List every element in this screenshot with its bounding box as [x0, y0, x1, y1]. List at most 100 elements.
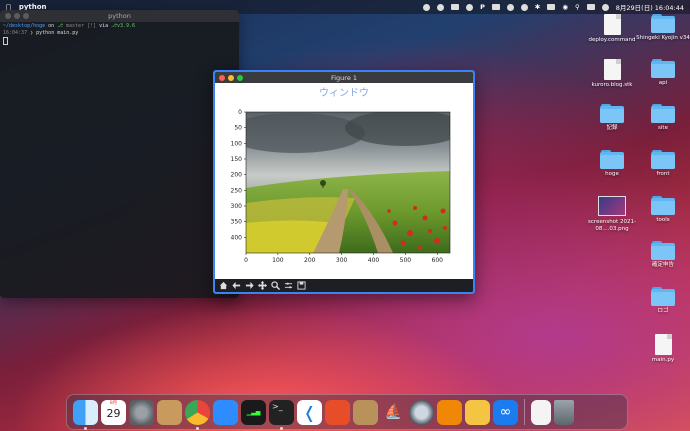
- matplotlib-toolbar: [215, 279, 473, 292]
- figure-window[interactable]: Figure 1 ウィンドウ 0 50 100 150 200 250 300 …: [213, 70, 475, 294]
- status-icon-2[interactable]: [437, 3, 445, 11]
- figure-titlebar[interactable]: Figure 1: [215, 72, 473, 83]
- prompt-arrow-icon: ❯: [30, 30, 34, 36]
- running-indicator: [196, 426, 199, 430]
- dock-separator: [524, 399, 525, 425]
- calendar-icon[interactable]: 8月 29: [101, 399, 126, 425]
- status-icon-1[interactable]: [423, 3, 431, 11]
- prompt-version: v3.9.6: [116, 23, 135, 29]
- x-tick-label: 200: [304, 257, 316, 264]
- status-icon-5[interactable]: [506, 3, 514, 11]
- dock: 8月 29 ▁▃▅ >_ ❬ ⛵ ∞: [66, 394, 628, 430]
- activity-monitor-icon[interactable]: ▁▃▅: [241, 399, 266, 425]
- system-preferences-icon[interactable]: [129, 399, 154, 425]
- infinity-icon[interactable]: ∞: [493, 399, 518, 425]
- folder-icon: [651, 59, 675, 78]
- desktop-icon-folder[interactable]: 確定申告: [631, 241, 690, 269]
- y-tick-label: 50: [234, 125, 242, 132]
- archive-utility-icon[interactable]: [353, 399, 378, 425]
- finder-icon[interactable]: [73, 399, 98, 430]
- drawio-icon[interactable]: [437, 399, 462, 425]
- desktop-icon-doc[interactable]: main.py: [631, 334, 690, 364]
- x-tick-label: 600: [432, 257, 444, 264]
- y-tick-label: 300: [231, 203, 243, 210]
- y-tick-label: 150: [231, 156, 243, 163]
- desktop-icon-label: api: [658, 80, 668, 86]
- desktop-icon-folder[interactable]: front: [631, 150, 690, 178]
- folder-icon: [651, 241, 675, 260]
- instruments-icon[interactable]: [325, 399, 350, 425]
- git-branch-icon: ⎇: [57, 23, 63, 29]
- y-tick-label: 400: [231, 234, 243, 241]
- quicktime-icon[interactable]: [409, 399, 434, 425]
- prompt-path: ~/desktop/hoge: [3, 23, 46, 29]
- document-icon[interactable]: [531, 399, 551, 425]
- pan-icon[interactable]: [257, 281, 267, 291]
- desktop-icon-label: front: [656, 171, 670, 177]
- status-area: P ✱ ◉ ⚲ 8月29日(日) 16:04:44: [423, 2, 684, 12]
- desktop-icon-folder[interactable]: Shingeki Kyojin v34: [631, 14, 690, 42]
- chrome-icon[interactable]: [185, 399, 210, 430]
- desktop-icon-label: Shingeki Kyojin v34: [636, 35, 690, 41]
- siri-icon[interactable]: [601, 3, 609, 11]
- desktop-icon-folder[interactable]: ロゴ: [631, 287, 690, 315]
- desktop-icon-label: tools: [656, 217, 670, 223]
- calendar-month: 8月: [109, 400, 118, 406]
- landscape-image: [246, 112, 450, 253]
- folder-icon: [651, 104, 675, 123]
- paypal-icon[interactable]: P: [480, 3, 485, 11]
- battery-icon[interactable]: [547, 4, 556, 10]
- forward-arrow-icon[interactable]: [244, 281, 254, 291]
- desktop-icon-label: site: [658, 125, 668, 131]
- folder-icon: [600, 104, 624, 123]
- desktop-icon-folder[interactable]: api: [631, 59, 690, 87]
- status-icon-4[interactable]: [466, 3, 474, 11]
- zoom-icon[interactable]: [270, 281, 280, 291]
- vscode-icon[interactable]: ❬: [297, 399, 322, 425]
- plot-title: ウィンドウ: [319, 87, 369, 99]
- y-tick-label: 0: [238, 109, 242, 116]
- contacts-icon[interactable]: [157, 399, 182, 425]
- terminal-output[interactable]: ~/desktop/hoge on ⎇ master [!] via ⎇v3.9…: [0, 22, 239, 47]
- wifi-icon[interactable]: ◉: [562, 3, 568, 11]
- y-tick-label: 250: [231, 187, 243, 194]
- terminal-titlebar[interactable]: python: [0, 10, 239, 22]
- x-tick-label: 0: [244, 257, 248, 264]
- prompt-on: on: [48, 23, 55, 29]
- folder-icon: [651, 196, 675, 215]
- docker-icon[interactable]: ⛵: [381, 400, 406, 425]
- search-icon[interactable]: ⚲: [575, 3, 580, 11]
- status-icon-6[interactable]: [520, 3, 528, 11]
- bluetooth-icon[interactable]: ✱: [535, 3, 540, 11]
- terminal-window[interactable]: python ~/desktop/hoge on ⎇ master [!] vi…: [0, 10, 239, 298]
- desktop-icon-label: kuroro.blog.stk: [591, 82, 633, 88]
- save-icon[interactable]: [296, 281, 306, 291]
- y-tick-label: 200: [231, 172, 243, 179]
- control-center-icon[interactable]: [586, 4, 595, 10]
- configure-icon[interactable]: [283, 281, 293, 291]
- cloud-icon[interactable]: [491, 4, 500, 10]
- image-thumbnail-icon: [598, 196, 626, 216]
- desktop-icon-label: hoge: [605, 171, 619, 177]
- terminal-title: python: [108, 12, 131, 20]
- desktop-icon-label: 確定申告: [651, 262, 674, 268]
- prompt-branch: master [!]: [66, 23, 97, 29]
- terminal-icon[interactable]: >_: [269, 399, 294, 430]
- plot-canvas[interactable]: ウィンドウ 0 50 100 150 200 250 300 350 400 0 100 200 30…: [215, 83, 473, 281]
- trash-icon[interactable]: [554, 399, 574, 425]
- menubar-clock[interactable]: 8月29日(日) 16:04:44: [616, 2, 684, 12]
- back-arrow-icon[interactable]: [231, 281, 241, 291]
- desktop-icon-folder[interactable]: tools: [631, 196, 690, 224]
- desktop-icon-label: 記録: [606, 125, 618, 131]
- desktop-icon-folder[interactable]: site: [631, 104, 690, 132]
- folder-icon: [651, 14, 675, 33]
- document-file-icon: [654, 334, 672, 355]
- calendar-day: 29: [106, 406, 121, 420]
- desktop-icon-label: screenshot 2021-08....03.png: [588, 219, 636, 232]
- y-tick-label: 350: [231, 219, 243, 226]
- preview-icon[interactable]: [465, 399, 490, 425]
- status-icon-3[interactable]: [451, 4, 460, 10]
- zoom-icon[interactable]: [213, 399, 238, 425]
- folder-icon: [651, 150, 675, 169]
- home-icon[interactable]: [218, 281, 228, 291]
